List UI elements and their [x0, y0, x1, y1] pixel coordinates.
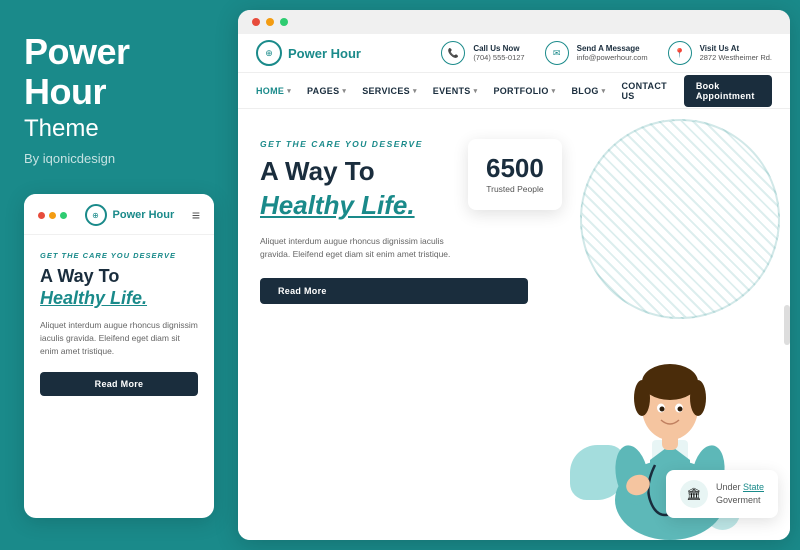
nav-bar: HOME ▾ PAGES ▾ SERVICES ▾ EVENTS ▾ PORTF… — [238, 73, 790, 109]
browser-chrome — [238, 10, 790, 34]
desktop-logo-text: Power Hour — [288, 46, 361, 61]
mobile-heading1: A Way To — [40, 266, 198, 288]
nav-blog-arrow: ▾ — [602, 87, 606, 95]
nav-item-portfolio[interactable]: PORTFOLIO ▾ — [493, 86, 555, 96]
contact-phone: 📞 Call Us Now (704) 555-0127 — [441, 41, 524, 65]
hero-read-more-button[interactable]: Read More — [260, 278, 528, 304]
address-text-group: Visit Us At 2872 Westheimer Rd. — [700, 44, 772, 62]
email-icon: ✉ — [545, 41, 569, 65]
gov-card: 🏛 Under State Goverment — [666, 470, 778, 518]
hero-circle-decoration — [580, 119, 780, 319]
stats-number: 6500 — [486, 153, 544, 184]
mobile-logo: ⊕ Power Hour — [85, 204, 175, 226]
contact-group: 📞 Call Us Now (704) 555-0127 ✉ Send A Me… — [441, 41, 772, 65]
browser-dot-green — [280, 18, 288, 26]
nav-home-arrow: ▾ — [287, 87, 291, 95]
nav-item-pages[interactable]: PAGES ▾ — [307, 86, 346, 96]
mobile-eyebrow: GET THE CARE YOU DESERVE — [40, 251, 198, 260]
mobile-window-dots — [38, 212, 67, 219]
stats-label: Trusted People — [486, 184, 544, 196]
email-label: Send A Message — [577, 44, 648, 53]
mobile-topbar: ⊕ Power Hour ≡ — [24, 194, 214, 235]
email-value: info@powerhour.com — [577, 53, 648, 62]
info-bar: ⊕ Power Hour 📞 Call Us Now (704) 555-012… — [238, 34, 790, 73]
nav-services-arrow: ▾ — [413, 87, 417, 95]
nav-events-arrow: ▾ — [474, 87, 478, 95]
mobile-preview-card: ⊕ Power Hour ≡ GET THE CARE YOU DESERVE … — [24, 194, 214, 518]
nav-item-home[interactable]: HOME ▾ — [256, 86, 291, 96]
book-appointment-button[interactable]: Book Appointment — [684, 75, 772, 107]
phone-label: Call Us Now — [473, 44, 524, 53]
address-label: Visit Us At — [700, 44, 772, 53]
nav-portfolio-arrow: ▾ — [552, 87, 556, 95]
hero-body-text: Aliquet interdum augue rhoncus dignissim… — [260, 235, 460, 262]
mobile-logo-text: Power Hour — [113, 209, 175, 221]
mobile-hamburger-icon[interactable]: ≡ — [192, 208, 200, 222]
phone-text-group: Call Us Now (704) 555-0127 — [473, 44, 524, 62]
phone-value: (704) 555-0127 — [473, 53, 524, 62]
dot-yellow — [49, 212, 56, 219]
desktop-preview: ⊕ Power Hour 📞 Call Us Now (704) 555-012… — [238, 10, 790, 540]
address-value: 2872 Westheimer Rd. — [700, 53, 772, 62]
dot-red — [38, 212, 45, 219]
phone-icon: 📞 — [441, 41, 465, 65]
email-text-group: Send A Message info@powerhour.com — [577, 44, 648, 62]
nav-item-events[interactable]: EVENTS ▾ — [433, 86, 478, 96]
mobile-body-text: Aliquet interdum augue rhoncus dignissim… — [40, 319, 198, 357]
hero-section: GET THE CARE YOU DESERVE A Way To Health… — [238, 109, 790, 540]
mobile-logo-icon: ⊕ — [85, 204, 107, 226]
nav-item-services[interactable]: SERVICES ▾ — [362, 86, 417, 96]
gov-icon: 🏛 — [680, 480, 708, 508]
mobile-read-more-button[interactable]: Read More — [40, 372, 198, 396]
location-icon: 📍 — [668, 41, 692, 65]
contact-email: ✉ Send A Message info@powerhour.com — [545, 41, 648, 65]
desktop-logo-icon: ⊕ — [256, 40, 282, 66]
contact-address: 📍 Visit Us At 2872 Westheimer Rd. — [668, 41, 772, 65]
browser-dot-yellow — [266, 18, 274, 26]
gov-text: Under State Goverment — [716, 481, 764, 506]
nav-item-blog[interactable]: BLOG ▾ — [571, 86, 605, 96]
desktop-logo: ⊕ Power Hour — [256, 40, 361, 66]
dot-green — [60, 212, 67, 219]
browser-dot-red — [252, 18, 260, 26]
scroll-indicator — [784, 305, 790, 345]
stats-card: 6500 Trusted People — [468, 139, 562, 210]
left-sidebar: Power Hour Theme By iqonicdesign ⊕ Power… — [0, 0, 238, 550]
nav-pages-arrow: ▾ — [342, 87, 346, 95]
nav-item-contact[interactable]: CONTACT US — [622, 81, 668, 101]
gov-state-link[interactable]: State — [743, 482, 764, 492]
brand-name: Power Hour Theme By iqonicdesign — [24, 32, 214, 166]
mobile-heading2: Healthy Life. — [40, 288, 198, 310]
mobile-hero-content: GET THE CARE YOU DESERVE A Way To Health… — [24, 235, 214, 357]
